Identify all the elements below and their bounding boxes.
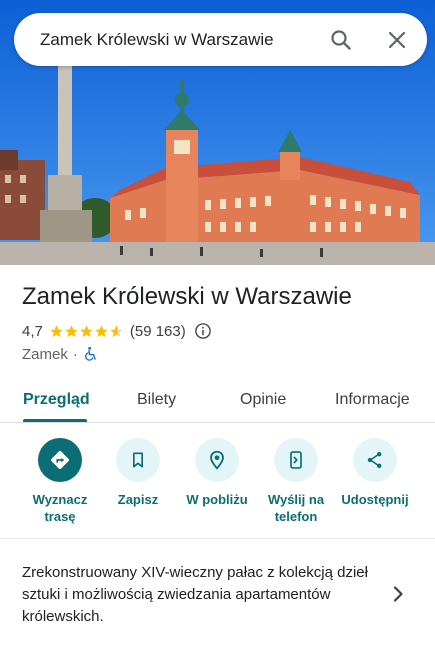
place-title: Zamek Królewski w Warszawie: [22, 283, 352, 310]
star-icon: [80, 324, 93, 337]
rating-stars: [49, 324, 124, 339]
share-icon: [367, 452, 382, 468]
action-label: W pobliżu: [176, 491, 258, 508]
star-icon: [65, 324, 78, 337]
action-label-line: Zapisz: [117, 492, 159, 507]
directions-button-circle[interactable]: [38, 438, 82, 482]
tab-info[interactable]: Informacje: [335, 378, 410, 422]
place-description[interactable]: Zrekonstruowany XIV-wieczny pałac z kole…: [22, 562, 372, 628]
category-row: Zamek ·: [22, 344, 99, 364]
place-category: Zamek: [22, 345, 68, 363]
search-input[interactable]: Zamek Królewski w Warszawie: [14, 30, 319, 50]
action-label-line: W pobliżu: [186, 492, 248, 507]
separator-dot: ·: [72, 345, 78, 363]
directions-icon: [51, 451, 69, 469]
action-label-line: telefon: [274, 509, 318, 524]
search-bar[interactable]: Zamek Królewski w Warszawie: [14, 13, 427, 66]
action-label: Wyznacz trasę: [19, 491, 101, 525]
search-button[interactable]: [319, 18, 363, 62]
nearby-button[interactable]: W pobliżu: [176, 438, 258, 508]
action-buttons: Wyznacz trasę Zapisz W pobliżu Wyślij na…: [0, 438, 435, 530]
action-label-line: Wyślij na: [267, 492, 325, 507]
wheelchair-accessible-icon: [84, 346, 96, 361]
search-icon: [331, 29, 351, 50]
rating-row[interactable]: 4,7 (59 163): [22, 320, 212, 342]
action-label-line: Wyznacz: [32, 492, 88, 507]
send-to-phone-button-circle[interactable]: [274, 438, 318, 482]
nearby-icon: [210, 450, 224, 470]
close-icon: [388, 31, 406, 48]
star-icon: [95, 324, 108, 337]
tab-reviews[interactable]: Opinie: [240, 378, 286, 422]
bookmark-icon: [133, 452, 143, 468]
clear-search-button[interactable]: [375, 18, 419, 62]
action-label: Udostępnij: [334, 491, 416, 508]
action-label-line: trasę: [44, 509, 76, 524]
send-to-phone-button[interactable]: Wyślij na telefon: [255, 438, 337, 525]
chevron-right-icon[interactable]: [386, 582, 410, 606]
active-tab-indicator: [23, 419, 87, 422]
save-button-circle[interactable]: [116, 438, 160, 482]
action-label-line: Udostępnij: [341, 492, 409, 507]
tab-tickets[interactable]: Bilety: [137, 378, 176, 422]
tab-bar: Przegląd Bilety Opinie Informacje: [0, 378, 435, 423]
rating-score: 4,7: [22, 322, 43, 340]
send-to-phone-icon: [290, 451, 302, 469]
half-star-icon: [110, 324, 123, 337]
action-label: Zapisz: [97, 491, 179, 508]
share-button[interactable]: Udostępnij: [334, 438, 416, 508]
star-icon: [50, 324, 63, 337]
share-button-circle[interactable]: [353, 438, 397, 482]
action-label: Wyślij na telefon: [255, 491, 337, 525]
divider: [0, 538, 435, 539]
review-count: (59 163): [129, 322, 186, 340]
info-icon[interactable]: [194, 322, 212, 340]
tab-overview[interactable]: Przegląd: [23, 378, 90, 422]
nearby-button-circle[interactable]: [195, 438, 239, 482]
save-button[interactable]: Zapisz: [97, 438, 179, 508]
directions-button[interactable]: Wyznacz trasę: [19, 438, 101, 525]
